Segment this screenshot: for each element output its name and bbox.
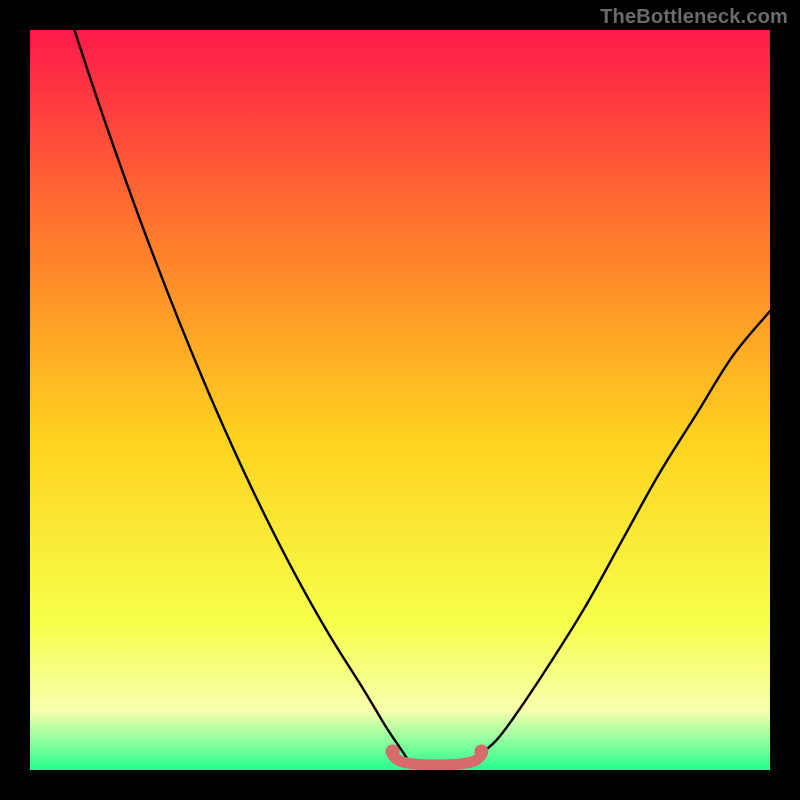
chart-svg <box>30 30 770 770</box>
watermark-text: TheBottleneck.com <box>600 6 788 29</box>
marker-dot-0 <box>386 745 400 759</box>
marker-dot-1 <box>474 745 488 759</box>
gradient-background <box>30 30 770 770</box>
chart-frame: TheBottleneck.com <box>0 0 800 800</box>
plot-area <box>30 30 770 770</box>
